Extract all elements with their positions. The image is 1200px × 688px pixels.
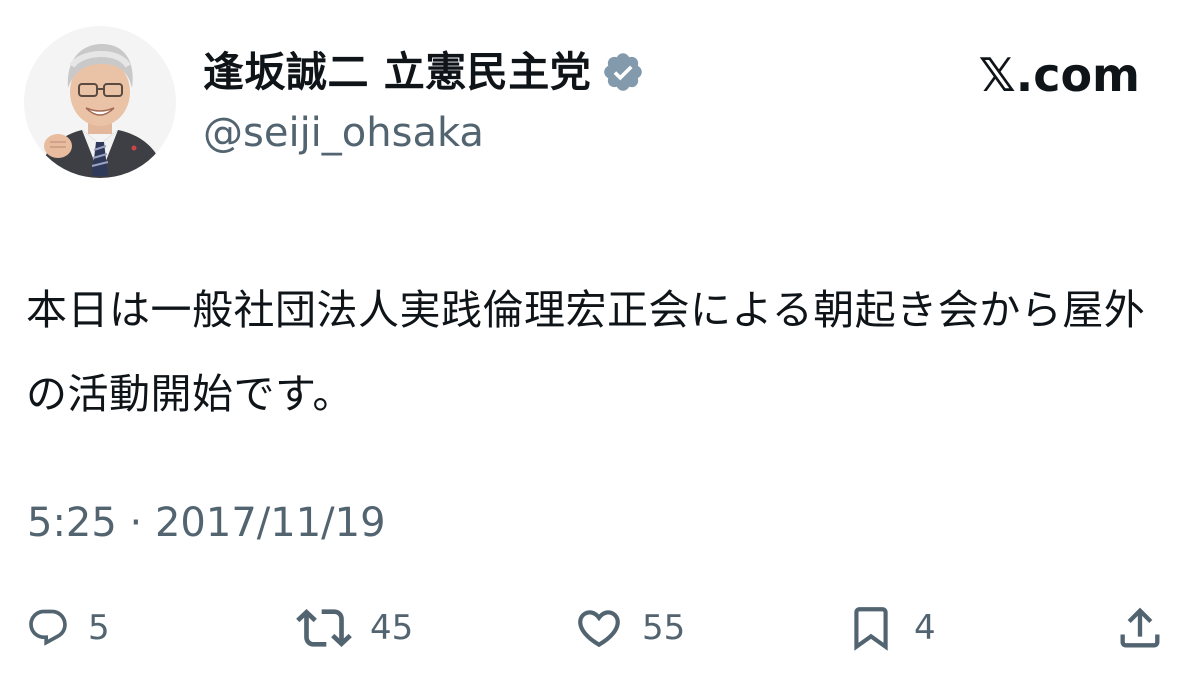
reply-icon [29, 609, 67, 646]
author-display-name[interactable]: 逢坂誠二 立憲民主党 [203, 44, 591, 100]
reply-button[interactable]: 5 [26, 600, 110, 656]
x-com-logo: 𝕏.com [978, 48, 1140, 102]
share-icon [1120, 607, 1160, 648]
retweet-icon [296, 609, 352, 647]
tweet-timestamp[interactable]: 5:25 · 2017/11/19 [27, 497, 386, 549]
verified-badge-icon [604, 53, 643, 91]
bookmark-button[interactable]: 4 [846, 600, 936, 656]
share-button[interactable] [1114, 600, 1166, 656]
tweet-actions-bar: 5 45 55 4 [0, 600, 1200, 656]
reply-count: 5 [88, 608, 110, 648]
like-button[interactable]: 55 [574, 600, 685, 656]
retweet-count: 45 [370, 608, 414, 648]
author-name-row: 逢坂誠二 立憲民主党 [203, 44, 645, 100]
tweet-text: 本日は一般社団法人実践倫理宏正会による朝起き会から屋外の活動開始です。 [26, 286, 1146, 418]
bookmark-count: 4 [914, 608, 936, 648]
author-handle[interactable]: @seiji_ohsaka [203, 107, 484, 159]
retweet-button[interactable]: 45 [296, 600, 413, 656]
author-avatar[interactable] [24, 26, 176, 178]
like-count: 55 [642, 608, 686, 648]
heart-icon [578, 610, 620, 648]
bookmark-icon [854, 607, 888, 651]
avatar-portrait [24, 26, 176, 178]
